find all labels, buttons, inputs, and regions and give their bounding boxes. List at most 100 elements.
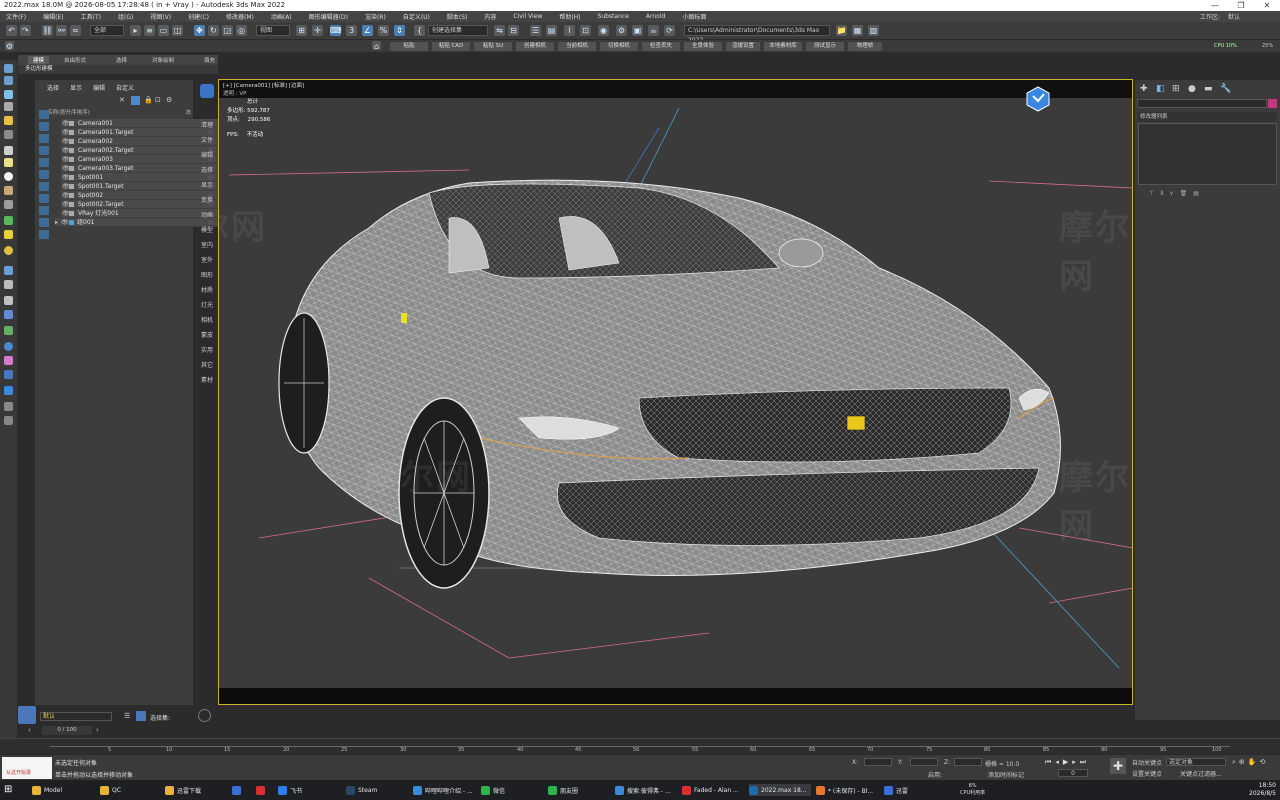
material-editor-icon[interactable]: ◉: [598, 25, 609, 36]
brush-tool-icon[interactable]: [4, 280, 13, 289]
misc-tool-icon[interactable]: [4, 416, 13, 425]
menu-animation[interactable]: 动画(A): [271, 12, 292, 21]
timeline-track[interactable]: 5 10 15 20 25 30 35 40 45 50 55 60 65 70…: [50, 741, 1230, 753]
menu-help[interactable]: 帮助(H): [559, 12, 580, 21]
placement-icon[interactable]: ◎: [236, 25, 247, 36]
render-production-icon[interactable]: ☕: [648, 25, 659, 36]
named-selection-set-dropdown[interactable]: 创建选择集: [428, 25, 488, 36]
menu-edit[interactable]: 编辑(E): [43, 12, 63, 21]
pivot-center-icon[interactable]: ⊞: [296, 25, 307, 36]
next-frame-icon[interactable]: ▸: [1072, 758, 1076, 767]
minimize-button[interactable]: —: [1202, 0, 1228, 11]
menu-group[interactable]: 组(G): [118, 12, 133, 21]
light-bulb-icon[interactable]: [4, 246, 13, 255]
modify-tool-icon[interactable]: [4, 102, 13, 111]
create-tool-icon[interactable]: [4, 90, 13, 99]
align-icon[interactable]: ⊟: [508, 25, 519, 36]
cmd-select[interactable]: 选择: [196, 165, 218, 174]
z-coordinate-field[interactable]: [954, 758, 982, 766]
se-filter-all[interactable]: [39, 218, 49, 227]
undo-icon[interactable]: ↶: [6, 25, 17, 36]
display-tab-icon[interactable]: ▬: [1204, 84, 1213, 94]
modifier-stack[interactable]: [1138, 123, 1277, 185]
camera-tool-icon[interactable]: [4, 130, 13, 139]
modifier-list-dropdown[interactable]: 修改器列表: [1138, 112, 1277, 122]
prev-frame-icon[interactable]: ◂: [1055, 758, 1059, 767]
se-filter-xrefs[interactable]: [39, 194, 49, 203]
modify-tab-icon[interactable]: ◧: [1156, 84, 1165, 94]
configure-sets-icon[interactable]: ▤: [1193, 190, 1199, 198]
se-menu-select[interactable]: 选择: [47, 83, 59, 93]
teapot-tool-icon[interactable]: [4, 186, 13, 195]
visibility-eye-icon[interactable]: 👁: [62, 209, 70, 218]
vray-tool-icon[interactable]: [4, 370, 13, 379]
menu-content[interactable]: 内容: [484, 12, 496, 21]
menu-views[interactable]: 视图(V): [150, 12, 171, 21]
slider-next-icon[interactable]: ›: [96, 726, 106, 735]
remove-modifier-icon[interactable]: 🗑: [1180, 190, 1188, 198]
check-missing-button[interactable]: 检查丢失: [642, 42, 680, 51]
object-name-field[interactable]: [1137, 99, 1267, 108]
tab-populate[interactable]: 填充: [204, 56, 215, 64]
mirror-icon[interactable]: ⇋: [494, 25, 505, 36]
frame-counter[interactable]: 0 / 100: [42, 726, 92, 735]
cmd-shapes[interactable]: 图形: [196, 270, 218, 279]
scene-row-group001[interactable]: ▸ 👁 组001: [55, 218, 219, 227]
visibility-eye-icon[interactable]: 👁: [62, 173, 70, 182]
rect-selection-icon[interactable]: ▭: [158, 25, 169, 36]
window-tool-icon[interactable]: [4, 386, 13, 395]
x-coordinate-field[interactable]: [864, 758, 892, 766]
utilities-tab-icon[interactable]: 🔧: [1220, 84, 1231, 94]
snap-toggle-icon[interactable]: 3: [346, 25, 357, 36]
geometry-tool-icon[interactable]: [4, 146, 13, 155]
selected-object-dropdown[interactable]: 选定对象: [1166, 758, 1226, 766]
select-object-icon[interactable]: ▸: [130, 25, 141, 36]
se-menu-edit[interactable]: 编辑: [93, 83, 105, 93]
rotate-icon[interactable]: ↻: [208, 25, 219, 36]
y-coordinate-field[interactable]: [910, 758, 938, 766]
sphere-tool-icon[interactable]: [4, 172, 13, 181]
cmd-animation[interactable]: 动画: [196, 210, 218, 219]
menu-create[interactable]: 创建(C): [188, 12, 209, 21]
taskbar-item-wechat[interactable]: 微信: [481, 784, 505, 796]
percent-snap-icon[interactable]: %: [378, 25, 389, 36]
render-iterative-icon[interactable]: ⟳: [664, 25, 675, 36]
zoom-icon[interactable]: ⌕: [1232, 758, 1236, 767]
play-icon[interactable]: ▶: [1063, 758, 1068, 767]
render-frame-icon[interactable]: ▣: [632, 25, 643, 36]
se-filter-lights[interactable]: [39, 134, 49, 143]
sun-tool-icon[interactable]: [4, 230, 13, 239]
menu-scripting[interactable]: 脚本(S): [447, 12, 468, 21]
scale-icon[interactable]: ◲: [222, 25, 233, 36]
menu-small-icons[interactable]: 小图标面: [682, 12, 706, 21]
taskbar-item-blender[interactable]: * (未保存) - Bl...: [816, 784, 873, 796]
taskbar-item-music[interactable]: Faded - Alan ...: [682, 784, 739, 796]
utility-tool-icon[interactable]: [4, 402, 13, 411]
camera-viewport[interactable]: [+] [Camera001] [标准] [边面] 透明 : VP 总计 多边形…: [218, 79, 1133, 705]
taskbar-item-thunder-download[interactable]: 迅雷下载: [165, 784, 201, 796]
se-filter-helpers[interactable]: [39, 158, 49, 167]
visibility-eye-icon[interactable]: 👁: [62, 155, 70, 164]
go-end-icon[interactable]: ⏭: [1080, 758, 1086, 767]
spinner-snap-icon[interactable]: ⇕: [394, 25, 405, 36]
taskbar-item-moments[interactable]: 朋友圈: [548, 784, 578, 796]
column-name-header[interactable]: 名称(按升序排序): [47, 110, 90, 116]
viewcube-icon[interactable]: [1025, 86, 1051, 112]
start-menu-icon[interactable]: ⊞: [4, 784, 16, 796]
se-filter-geometry[interactable]: [39, 110, 49, 119]
hierarchy-icon[interactable]: ⊡: [155, 96, 162, 104]
cmd-material[interactable]: 材质: [196, 285, 218, 294]
local-library-button[interactable]: 本地素材库: [764, 42, 802, 51]
selection-set-icon[interactable]: [136, 711, 146, 721]
cmd-skin[interactable]: 蒙皮: [196, 330, 218, 339]
cmd-assets[interactable]: 素材: [196, 375, 218, 384]
close-filter-icon[interactable]: ✕: [119, 96, 127, 104]
visibility-eye-icon[interactable]: 👁: [62, 119, 70, 128]
physical-frame-button[interactable]: 物理帧: [848, 42, 882, 51]
box-tool-icon[interactable]: [4, 200, 13, 209]
angle-snap-icon[interactable]: ∠: [362, 25, 373, 36]
cmd-lights[interactable]: 灯光: [196, 300, 218, 309]
layer-stack-icon[interactable]: ☰: [124, 712, 130, 720]
paint-tool-icon[interactable]: [4, 310, 13, 319]
filter-icon[interactable]: [131, 96, 140, 105]
